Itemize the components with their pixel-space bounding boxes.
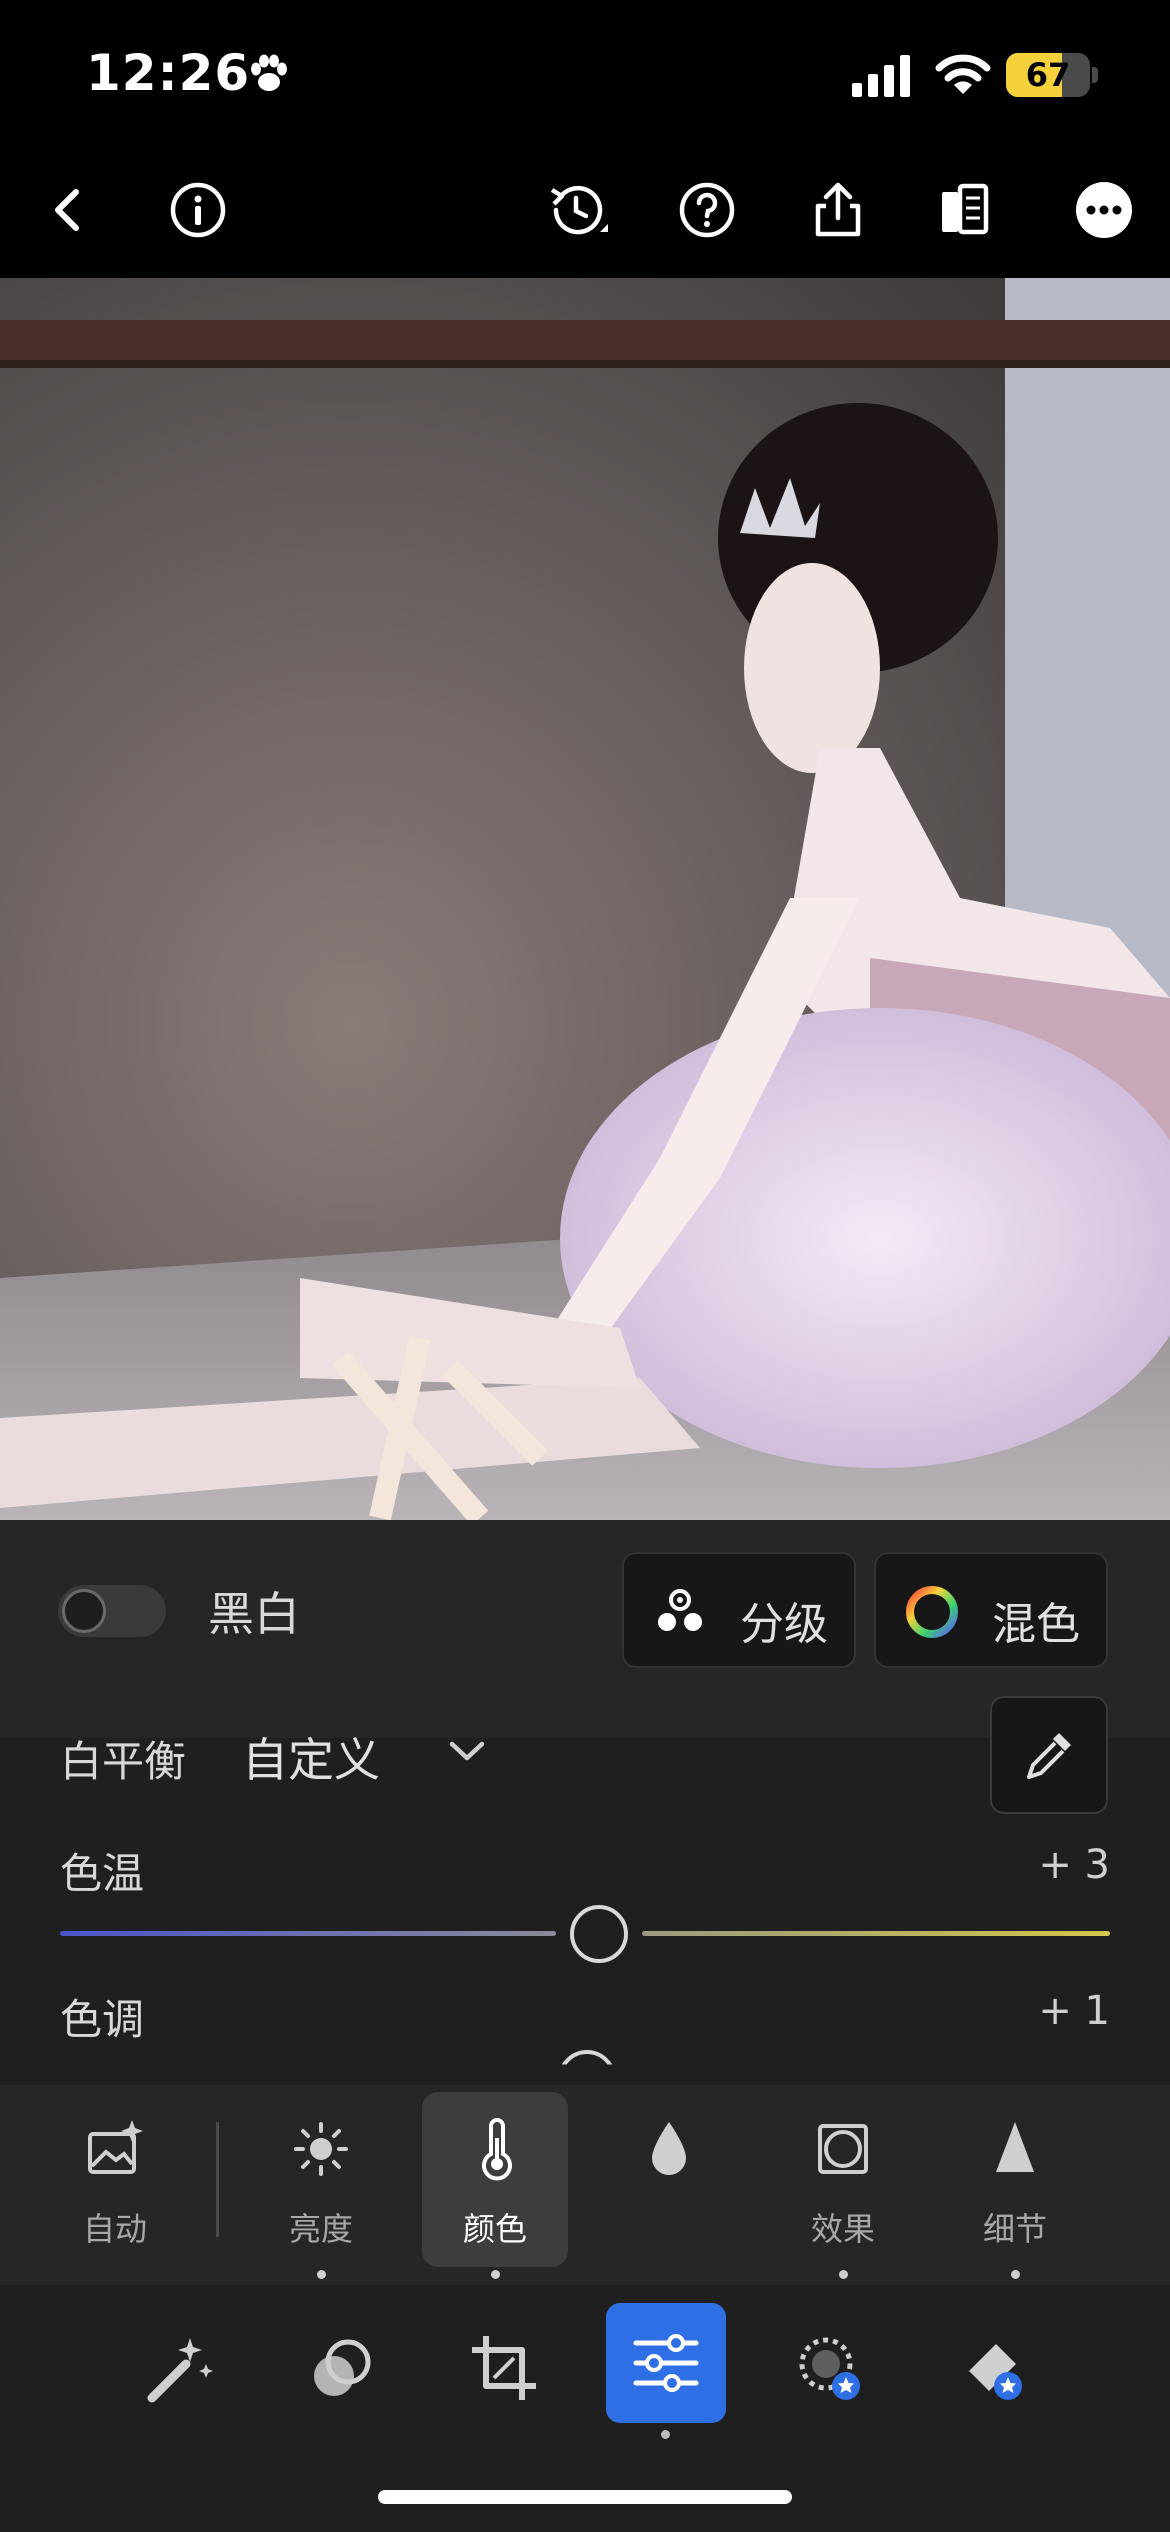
drop-icon	[652, 2122, 686, 2175]
tool-light[interactable]: 亮度	[246, 2092, 396, 2279]
tool-light-indicator	[317, 2270, 326, 2279]
wifi-icon	[935, 54, 991, 94]
grading-label: 分级	[740, 1599, 828, 1650]
paw-icon	[251, 54, 287, 91]
edit-tab-indicator	[661, 2430, 670, 2439]
grading-icon	[658, 1589, 702, 1631]
tool-auto[interactable]: 自动	[40, 2092, 190, 2267]
tool-detail[interactable]: 细节	[940, 2092, 1090, 2279]
mix-label: 混色	[992, 1599, 1080, 1650]
battery-indicator: 67	[1006, 53, 1090, 97]
tool-effects-label: 效果	[810, 2210, 875, 2248]
temperature-slider-thumb[interactable]	[570, 1905, 628, 1963]
back-icon[interactable]	[36, 178, 100, 242]
tool-separator	[216, 2122, 219, 2237]
light-icon	[294, 2122, 348, 2176]
tint-value: + 1	[1038, 1988, 1110, 2034]
tool-effects-indicator	[839, 2270, 848, 2279]
chevron-down-icon[interactable]	[444, 1736, 490, 1766]
help-icon[interactable]	[675, 178, 739, 242]
temperature-value: + 3	[1038, 1842, 1110, 1888]
tool-color[interactable]: 颜色	[422, 2092, 568, 2279]
battery-cap	[1092, 67, 1098, 83]
healing-eraser-icon[interactable]	[954, 2328, 1034, 2408]
tool-color-indicator	[491, 2270, 500, 2279]
more-icon[interactable]	[1072, 178, 1136, 242]
photo-image	[0, 278, 1170, 1520]
black-white-toggle[interactable]	[58, 1585, 166, 1637]
toggle-knob	[62, 1589, 106, 1633]
detail-icon	[996, 2122, 1034, 2172]
info-icon[interactable]	[166, 178, 230, 242]
share-icon[interactable]	[806, 178, 870, 242]
status-time: 12:26	[86, 44, 251, 102]
tint-label: 色调	[60, 1995, 145, 2044]
edit-sliders-icon	[633, 2334, 699, 2392]
thermometer-icon	[482, 2118, 512, 2181]
presets-icon[interactable]	[140, 2328, 220, 2408]
auto-icon	[88, 2120, 143, 2174]
white-balance-value[interactable]: 自定义	[242, 1724, 380, 1790]
mix-button[interactable]: 混色	[874, 1552, 1108, 1668]
effects-icon	[818, 2124, 868, 2174]
tool-auto-label: 自动	[82, 2210, 147, 2248]
tool-detail-label: 细节	[982, 2210, 1047, 2248]
tool-effects[interactable]: 效果	[768, 2092, 918, 2279]
battery-percent: 67	[1025, 56, 1071, 94]
compare-icon[interactable]	[932, 178, 996, 242]
history-icon[interactable]	[544, 178, 608, 242]
crop-icon[interactable]	[464, 2328, 544, 2408]
color-mix-icon	[906, 1586, 958, 1638]
photo-preview[interactable]	[0, 278, 1170, 1520]
black-white-label: 黑白	[208, 1587, 300, 1641]
tool-detail-indicator	[1011, 2270, 1020, 2279]
grading-button[interactable]: 分级	[622, 1552, 856, 1668]
home-indicator[interactable]	[378, 2490, 792, 2504]
edit-tab-active[interactable]	[606, 2303, 726, 2423]
temperature-track-cool[interactable]	[60, 1931, 556, 1936]
tool-color-label: 颜色	[462, 2210, 527, 2248]
temperature-track-warm[interactable]	[642, 1931, 1110, 1936]
eyedropper-button[interactable]	[990, 1696, 1108, 1814]
cellular-signal-icon	[852, 55, 910, 97]
tool-drop[interactable]	[594, 2092, 744, 2267]
temperature-label: 色温	[60, 1849, 145, 1898]
masking-icon[interactable]	[302, 2328, 382, 2408]
white-balance-label: 白平衡	[60, 1737, 187, 1786]
tool-light-label: 亮度	[288, 2210, 353, 2248]
selective-adjust-icon[interactable]	[790, 2328, 870, 2408]
eyedropper-icon	[1027, 1733, 1071, 1779]
